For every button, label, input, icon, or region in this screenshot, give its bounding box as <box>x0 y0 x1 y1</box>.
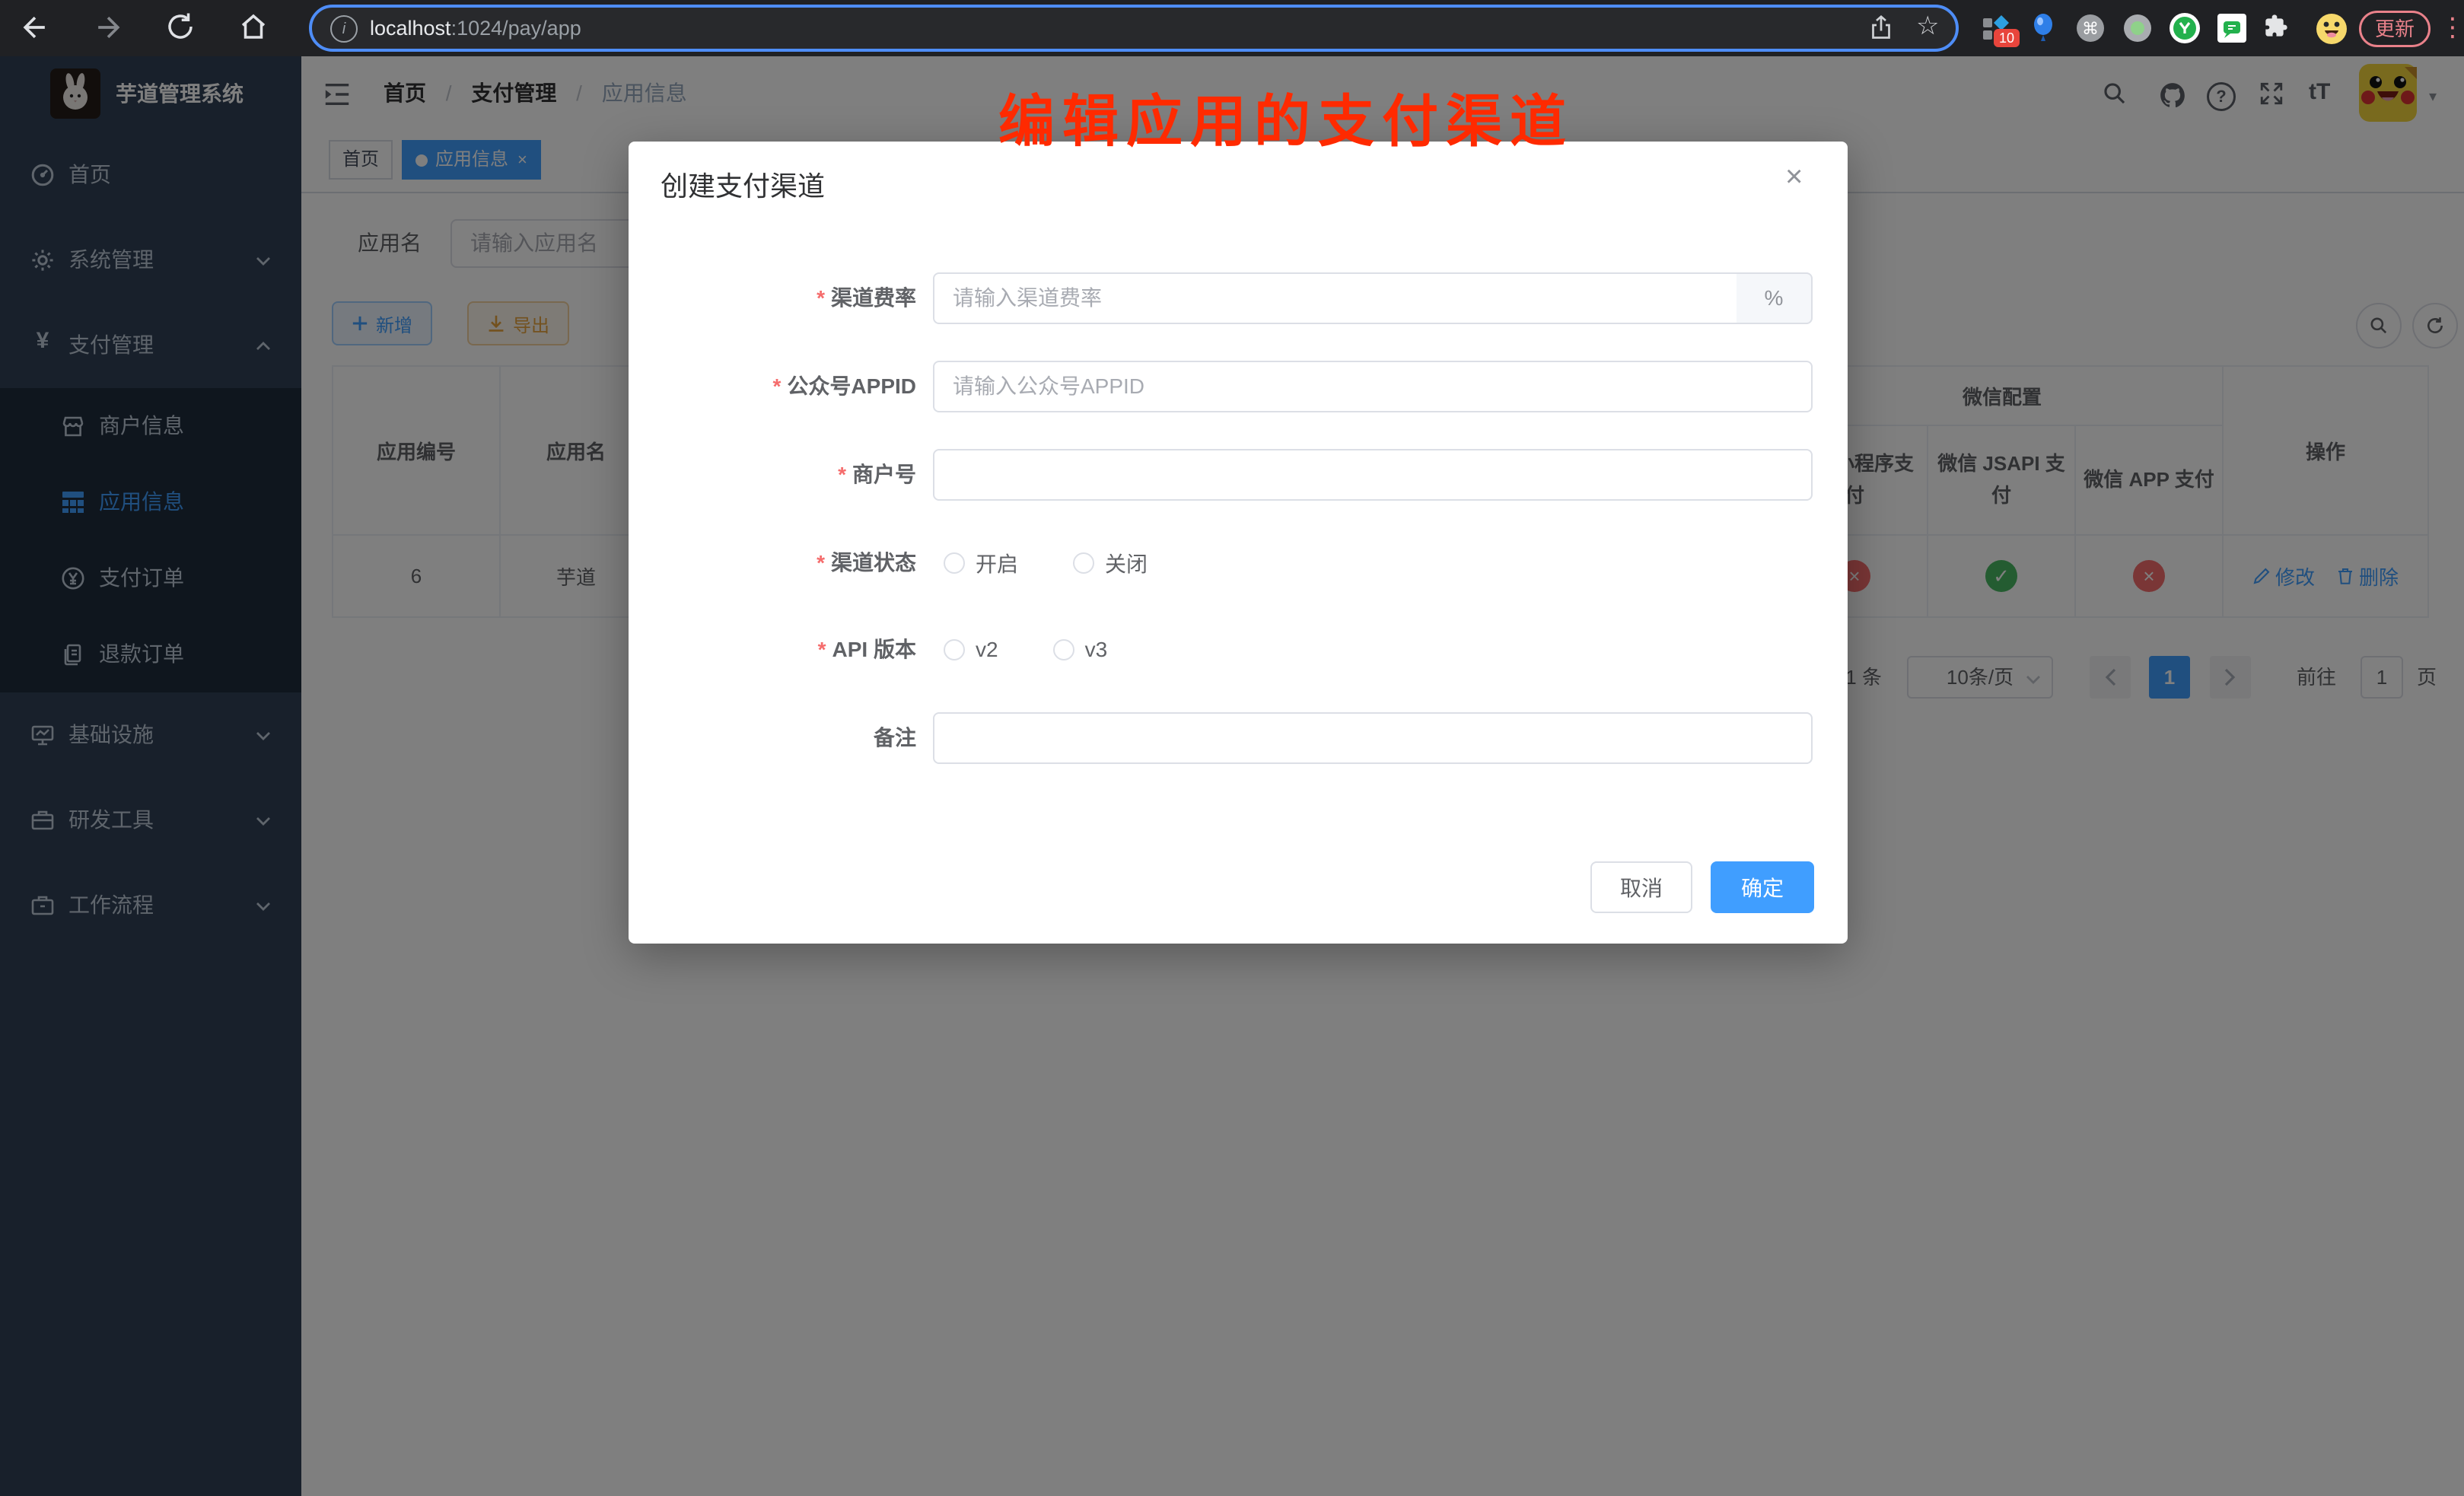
extension-command-icon[interactable]: ⌘ <box>2074 12 2106 44</box>
status-label: 渠道状态 <box>831 551 916 575</box>
url-text: localhost:1024/pay/app <box>370 8 581 49</box>
radio-circle-icon <box>944 639 965 660</box>
back-icon[interactable] <box>18 11 52 44</box>
extension-badge: 10 <box>1994 29 2020 47</box>
extensions-puzzle-icon[interactable] <box>2263 12 2295 44</box>
field-appid: *公众号APPID <box>629 361 1848 412</box>
field-rate: *渠道费率 % <box>629 272 1848 324</box>
api-v2-radio[interactable]: v2 <box>944 638 998 662</box>
home-icon[interactable] <box>237 11 271 44</box>
rate-label: 渠道费率 <box>831 286 916 310</box>
merchant-input[interactable] <box>933 449 1813 501</box>
confirm-button[interactable]: 确定 <box>1711 861 1814 913</box>
annotation-text: 编辑应用的支付渠道 <box>998 76 1574 158</box>
remark-label: 备注 <box>874 726 916 750</box>
remark-input[interactable] <box>933 712 1813 764</box>
extension-chat-icon[interactable] <box>2216 12 2248 44</box>
status-closed-radio[interactable]: 关闭 <box>1073 548 1148 578</box>
radio-circle-icon <box>1073 552 1094 574</box>
svg-text:⌘: ⌘ <box>2082 19 2099 38</box>
extension-green-dot-icon[interactable] <box>2122 12 2154 44</box>
profile-avatar-emoji-icon[interactable] <box>2315 12 2347 44</box>
share-icon[interactable] <box>1867 14 1895 41</box>
chrome-update-button[interactable]: 更新 <box>2359 11 2431 47</box>
merchant-label: 商户号 <box>852 463 916 486</box>
dialog-close-icon[interactable]: × <box>1785 160 1803 194</box>
reload-icon[interactable] <box>164 11 198 44</box>
field-merchant: *商户号 <box>629 449 1848 501</box>
screen: i localhost:1024/pay/app ☆ 10 ⌘ 更新 ⋮ <box>0 0 2464 1496</box>
radio-circle-icon <box>1053 639 1074 660</box>
extension-balloon-icon[interactable] <box>2027 12 2059 44</box>
appid-input[interactable] <box>933 361 1813 412</box>
browser-menu-icon[interactable]: ⋮ <box>2440 8 2464 47</box>
site-info-icon[interactable]: i <box>330 15 358 43</box>
forward-icon[interactable] <box>91 11 125 44</box>
api-v3-radio[interactable]: v3 <box>1053 638 1108 662</box>
extension-metabase-icon[interactable]: 10 <box>1980 12 2012 44</box>
field-api-version: *API 版本 v2 v3 <box>629 624 1848 676</box>
field-remark: 备注 <box>629 712 1848 764</box>
bookmark-star-icon[interactable]: ☆ <box>1916 11 1939 41</box>
rate-suffix: % <box>1737 272 1813 324</box>
field-status: *渠道状态 开启 关闭 <box>629 537 1848 589</box>
extension-y-icon[interactable] <box>2169 12 2201 44</box>
appid-label: 公众号APPID <box>787 374 916 398</box>
status-open-radio[interactable]: 开启 <box>944 548 1018 578</box>
address-bar[interactable]: i localhost:1024/pay/app ☆ <box>309 5 1959 52</box>
rate-input[interactable] <box>933 272 1738 324</box>
api-version-label: API 版本 <box>832 638 916 661</box>
browser-toolbar: i localhost:1024/pay/app ☆ 10 ⌘ 更新 ⋮ <box>0 0 2464 56</box>
create-channel-dialog: 创建支付渠道 × *渠道费率 % *公众号APPID *商户号 *渠道状态 开启… <box>629 142 1848 944</box>
dialog-title: 创建支付渠道 <box>661 164 825 204</box>
cancel-button[interactable]: 取消 <box>1590 861 1692 913</box>
radio-circle-icon <box>944 552 965 574</box>
